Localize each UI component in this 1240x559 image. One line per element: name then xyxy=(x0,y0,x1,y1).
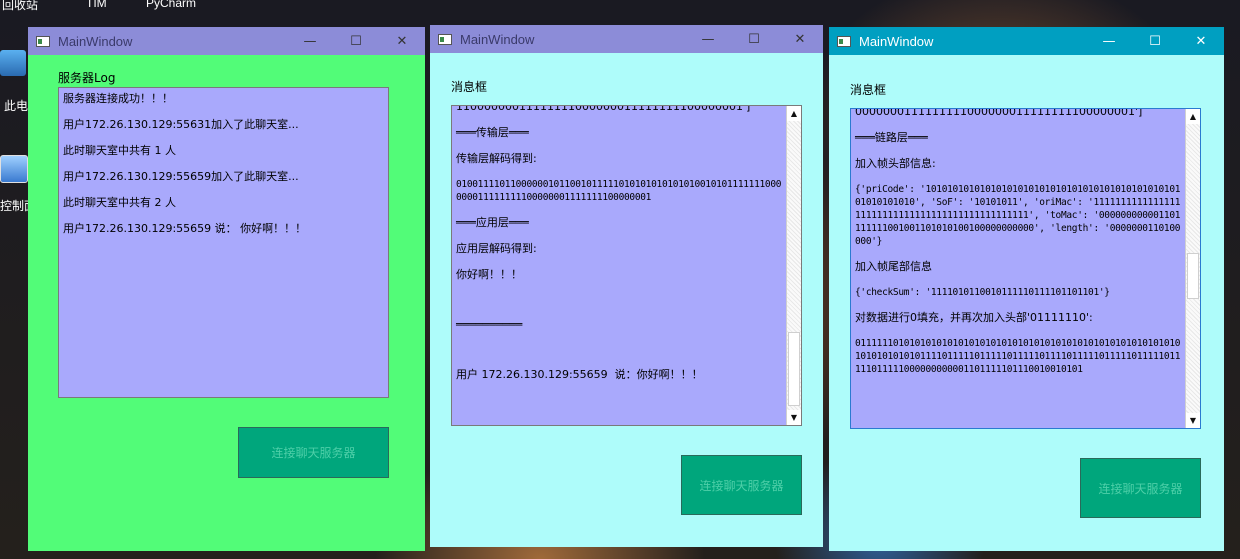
title-bar[interactable]: MainWindow — ☐ ✕ xyxy=(28,27,425,55)
title-bar[interactable]: MainWindow — ☐ ✕ xyxy=(430,25,823,53)
desktop-icon-label-pycharm[interactable]: PyCharm xyxy=(146,0,196,10)
log-line: 服务器连接成功！！！ xyxy=(63,92,173,105)
app-icon xyxy=(438,33,452,45)
message-line: 1100000001111111100000001111111110000000… xyxy=(456,105,751,113)
message-textbox[interactable]: 1100000001111111100000001111111110000000… xyxy=(451,105,802,426)
scroll-down-arrow-icon[interactable]: ▼ xyxy=(1186,413,1200,428)
message-line: 应用层解码得到: xyxy=(456,242,537,255)
scroll-thumb[interactable] xyxy=(1187,253,1199,299)
message-line: 传输层解码得到: xyxy=(456,152,537,165)
desktop-icon-label-this-pc[interactable]: 此电 xyxy=(4,97,28,114)
close-button[interactable]: ✕ xyxy=(379,27,425,55)
message-box-label: 消息框 xyxy=(850,83,887,97)
desktop-icon-label-recycle-bin[interactable]: 回收站 xyxy=(2,0,38,13)
title-bar[interactable]: MainWindow — ☐ ✕ xyxy=(829,27,1224,55)
desktop-icon-label-tim[interactable]: TIM xyxy=(86,0,107,10)
computer-icon[interactable] xyxy=(0,50,26,76)
minimize-button[interactable]: — xyxy=(287,27,333,55)
server-window: MainWindow — ☐ ✕ 服务器Log 服务器连接成功！！！ 用户172… xyxy=(28,27,425,551)
server-log-label: 服务器Log xyxy=(58,71,116,85)
server-log-textbox[interactable]: 服务器连接成功！！！ 用户172.26.130.129:55631加入了此聊天室… xyxy=(58,87,389,398)
client-window-1: MainWindow — ☐ ✕ 消息框 1100000001111111100… xyxy=(430,25,823,547)
minimize-button[interactable]: — xyxy=(685,25,731,53)
message-line: 0000000111111111000000011111111100000001… xyxy=(855,108,1143,118)
message-line: ═══传输层═══ xyxy=(456,126,529,139)
vertical-scrollbar[interactable]: ▲ ▼ xyxy=(786,106,801,425)
message-line: 加入帧尾部信息 xyxy=(855,260,932,273)
message-line: {'priCode': '101010101010101010101010101… xyxy=(855,184,1181,247)
scroll-up-arrow-icon[interactable]: ▲ xyxy=(787,106,801,121)
client-window-2: MainWindow — ☐ ✕ 消息框 0000000111111111000… xyxy=(829,27,1224,551)
message-line: ══════════ xyxy=(456,318,523,331)
close-button[interactable]: ✕ xyxy=(1178,27,1224,55)
vertical-scrollbar[interactable]: ▲ ▼ xyxy=(1185,109,1200,428)
window-title: MainWindow xyxy=(58,33,133,49)
message-line: 0111111010101010101010101010101010101010… xyxy=(855,338,1181,375)
log-line: 用户172.26.130.129:55631加入了此聊天室... xyxy=(63,118,299,131)
maximize-button[interactable]: ☐ xyxy=(1132,27,1178,55)
message-line: ═══应用层═══ xyxy=(456,216,529,229)
message-line: {'checkSum': '11110101100101111101111011… xyxy=(855,287,1110,298)
window-title: MainWindow xyxy=(859,33,934,49)
log-line: 用户172.26.130.129:55659 说： 你好啊！！！ xyxy=(63,222,307,235)
connect-server-button[interactable]: 连接聊天服务器 xyxy=(238,427,389,478)
connect-server-button[interactable]: 连接聊天服务器 xyxy=(1080,458,1201,518)
control-panel-icon[interactable] xyxy=(0,155,28,183)
maximize-button[interactable]: ☐ xyxy=(731,25,777,53)
message-line: ═══链路层═══ xyxy=(855,131,928,144)
message-line: 0100111101100000010110010111110101010101… xyxy=(456,179,782,203)
message-line: 你好啊！！！ xyxy=(456,268,522,281)
log-line: 此时聊天室中共有 1 人 xyxy=(63,144,176,157)
log-line: 此时聊天室中共有 2 人 xyxy=(63,196,176,209)
message-textbox[interactable]: 0000000111111111000000011111111100000001… xyxy=(850,108,1201,429)
scroll-up-arrow-icon[interactable]: ▲ xyxy=(1186,109,1200,124)
message-line: 加入帧头部信息: xyxy=(855,157,936,170)
log-line: 用户172.26.130.129:55659加入了此聊天室... xyxy=(63,170,299,183)
scroll-down-arrow-icon[interactable]: ▼ xyxy=(787,410,801,425)
maximize-button[interactable]: ☐ xyxy=(333,27,379,55)
message-line: 用户 172.26.130.129:55659 说：你好啊！！！ xyxy=(456,368,703,381)
minimize-button[interactable]: — xyxy=(1086,27,1132,55)
message-line: 对数据进行0填充，并再次加入头部'01111110': xyxy=(855,311,1093,324)
app-icon xyxy=(837,35,851,47)
close-button[interactable]: ✕ xyxy=(777,25,823,53)
message-box-label: 消息框 xyxy=(451,80,488,94)
scroll-thumb[interactable] xyxy=(788,332,800,406)
app-icon xyxy=(36,35,50,47)
connect-server-button[interactable]: 连接聊天服务器 xyxy=(681,455,802,515)
window-title: MainWindow xyxy=(460,31,535,47)
